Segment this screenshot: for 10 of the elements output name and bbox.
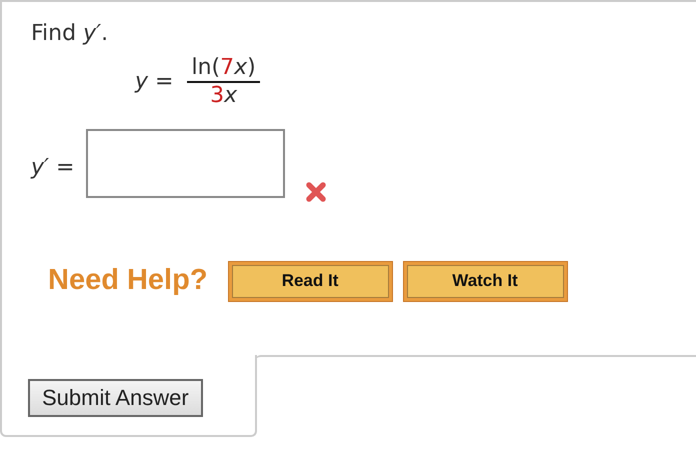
watch-it-button[interactable]: Watch It [402, 260, 568, 302]
fraction-numerator: ln(7x) [187, 54, 260, 83]
equation-lhs: y = [135, 68, 174, 96]
read-it-button[interactable]: Read It [228, 260, 393, 302]
fraction-denominator: 3x [210, 82, 238, 110]
question-prompt: Find y′. [31, 20, 110, 48]
submit-answer-button[interactable]: Submit Answer [28, 379, 203, 417]
need-help-label: Need Help? [48, 263, 208, 298]
answer-label: y′ = [31, 154, 74, 182]
answer-field[interactable] [86, 129, 286, 198]
